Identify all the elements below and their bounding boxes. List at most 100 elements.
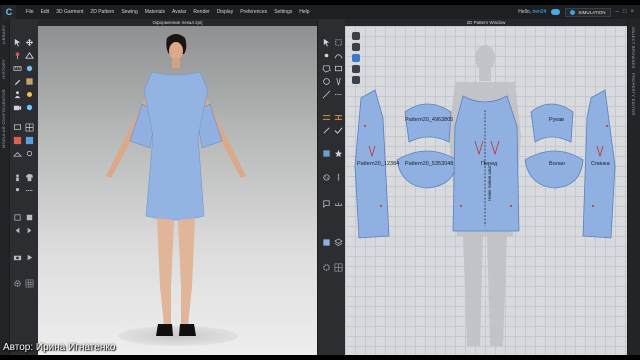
piece-label-7[interactable]: Спинка	[591, 161, 610, 167]
viewport-2d-title: 2D Pattern Window	[345, 19, 627, 26]
avatar-figure[interactable]	[38, 26, 317, 355]
view-back-icon[interactable]	[25, 209, 34, 221]
toolbar-2d	[317, 19, 345, 355]
brush-tool-icon[interactable]	[13, 73, 22, 86]
camera-tool-icon[interactable]	[13, 99, 22, 111]
author-caption: Автор: Ирина Игнатенко	[3, 342, 116, 353]
display-mode-icon[interactable]	[13, 119, 22, 130]
button-tool-icon[interactable]	[322, 169, 331, 181]
menu-render[interactable]: Render	[190, 9, 213, 15]
rectangle-tool-icon[interactable]	[334, 60, 343, 72]
viewport-2d[interactable]: Pattern20_4963805 Рукав Pattern20_12384 …	[345, 26, 627, 355]
layer-icon[interactable]	[334, 234, 343, 247]
2d-grid-icon[interactable]	[334, 259, 343, 272]
object-browser-tab[interactable]: OBJECT BROWSER	[631, 27, 636, 69]
graphic-tool-icon[interactable]	[334, 145, 343, 158]
menu-materials[interactable]: Materials	[141, 9, 168, 15]
show-garment-icon[interactable]	[25, 169, 34, 182]
user-greeting-text: Hello,	[518, 9, 532, 15]
measure-tool-icon[interactable]	[13, 60, 22, 71]
left-dock-strip: LIBRARY HISTORY MODULAR CONFIGURATOR	[0, 19, 10, 355]
pattern-pieces	[354, 89, 616, 239]
menu-display[interactable]: Display	[213, 9, 236, 15]
user-greeting: Hello, iren24	[518, 9, 546, 15]
avatar-tool-icon[interactable]	[13, 86, 22, 99]
library-tab[interactable]: LIBRARY	[1, 25, 6, 44]
app-window: C File Edit 3D Garment 2D Pattern Sewing…	[0, 5, 640, 355]
mode-select[interactable]: SIMULATION	[565, 7, 611, 17]
view-left-icon[interactable]	[13, 222, 22, 234]
menu-file[interactable]: File	[22, 9, 37, 15]
edit-sewing-icon[interactable]	[322, 122, 331, 134]
close-icon[interactable]: ×	[630, 9, 634, 15]
strain-map-icon[interactable]	[13, 132, 22, 145]
fabric-icon[interactable]	[322, 234, 331, 246]
fit-map-icon[interactable]	[25, 132, 34, 145]
render-tool-icon[interactable]	[25, 99, 34, 111]
view-front-icon[interactable]	[13, 209, 22, 221]
menu-2d-pattern[interactable]: 2D Pattern	[87, 9, 118, 15]
free-sewing-icon[interactable]	[334, 109, 343, 120]
transform-pattern-icon[interactable]	[334, 34, 343, 46]
app-logo-icon[interactable]: C	[2, 5, 16, 19]
show-seams-icon[interactable]	[25, 182, 34, 191]
dart-tool-icon[interactable]	[334, 73, 343, 86]
piece-label-4[interactable]: Pattern20_5353048	[405, 161, 453, 167]
internal-line-icon[interactable]	[322, 86, 331, 99]
zipper-tool-icon[interactable]	[334, 169, 343, 182]
2d-settings-icon[interactable]	[322, 259, 331, 271]
menu-sewing[interactable]: Sewing	[118, 9, 141, 15]
move-tool-icon[interactable]	[25, 34, 34, 47]
snapshot-icon[interactable]	[13, 249, 22, 261]
pattern-piece-6	[524, 150, 584, 189]
letterbox-bottom	[0, 355, 640, 360]
fold-tool-icon[interactable]	[25, 47, 34, 59]
texture-tool-icon[interactable]	[25, 73, 34, 85]
texture-edit-icon[interactable]	[322, 145, 331, 157]
user-name[interactable]: iren24	[532, 9, 546, 15]
show-avatar-icon[interactable]	[13, 169, 22, 182]
arrangement-icon[interactable]	[25, 145, 34, 157]
piece-label-3[interactable]: Pattern20_12384	[357, 161, 399, 167]
segment-sewing-icon[interactable]	[322, 109, 331, 120]
maximize-icon[interactable]: □	[623, 9, 627, 15]
edit-point-icon[interactable]	[322, 47, 331, 58]
window-controls: – □ ×	[616, 9, 634, 15]
history-tab[interactable]: HISTORY	[1, 59, 6, 79]
piece-label-6[interactable]: Волан	[549, 161, 565, 167]
piece-label-1[interactable]: Pattern20_4963805	[405, 117, 453, 123]
minimize-icon[interactable]: –	[616, 9, 619, 15]
video-icon[interactable]	[25, 249, 34, 261]
menu-preferences[interactable]: Preferences	[237, 9, 271, 15]
select-tool-icon[interactable]	[13, 34, 22, 47]
menu-3d-garment[interactable]: 3D Garment	[53, 9, 87, 15]
mesh-view-icon[interactable]	[25, 119, 34, 132]
annotation-icon[interactable]	[322, 195, 331, 208]
hanger-icon[interactable]	[13, 145, 22, 157]
trace-tool-icon[interactable]	[334, 86, 343, 95]
modular-configurator-tab[interactable]: MODULAR CONFIGURATOR	[1, 89, 6, 148]
property-editor-tab[interactable]: PROPERTY EDITOR	[631, 73, 636, 116]
edit-pattern-icon[interactable]	[322, 34, 331, 47]
tack-tool-icon[interactable]	[25, 60, 34, 72]
right-dock-strip: OBJECT BROWSER PROPERTY EDITOR	[627, 19, 640, 355]
pattern-piece-3	[396, 150, 458, 189]
grid-icon[interactable]	[25, 275, 34, 288]
circle-tool-icon[interactable]	[322, 73, 331, 85]
light-tool-icon[interactable]	[25, 86, 34, 98]
polygon-tool-icon[interactable]	[322, 60, 331, 73]
menu-edit[interactable]: Edit	[37, 9, 53, 15]
settings-icon[interactable]	[13, 275, 22, 287]
menu-help[interactable]: Help	[296, 9, 313, 15]
check-sewing-icon[interactable]	[334, 122, 343, 134]
show-pins-icon[interactable]	[13, 182, 22, 192]
edit-curve-icon[interactable]	[334, 47, 343, 59]
viewport-3d[interactable]	[38, 26, 317, 355]
cloud-icon[interactable]	[551, 9, 561, 15]
pin-tool-icon[interactable]	[13, 47, 22, 60]
menu-avatar[interactable]: Avatar	[169, 9, 190, 15]
menu-settings[interactable]: Settings	[271, 9, 296, 15]
piece-label-2[interactable]: Рукав	[549, 117, 564, 123]
view-right-icon[interactable]	[25, 222, 34, 234]
measure-2d-icon[interactable]	[334, 195, 343, 206]
